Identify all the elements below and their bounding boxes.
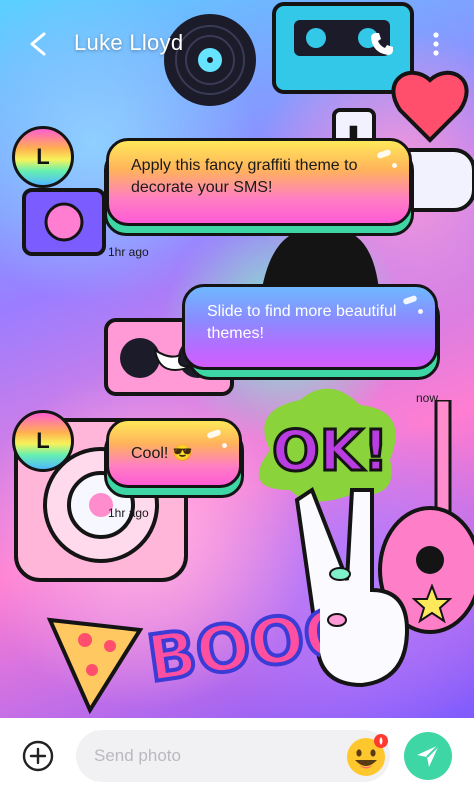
message-time: now [416, 391, 439, 405]
message-input[interactable] [76, 730, 336, 782]
star-art [412, 584, 452, 624]
add-circle-icon[interactable] [22, 740, 54, 772]
emoji-icon[interactable] [344, 732, 390, 778]
bubble-shine [206, 428, 222, 440]
contact-avatar[interactable]: L [12, 410, 74, 472]
svg-text:BOOO: BOOO [143, 594, 320, 697]
message-text: Slide to find more beautiful themes! [207, 303, 397, 342]
pizza-art [46, 617, 144, 715]
message-bubble-incoming[interactable]: Apply this fancy graffiti theme to decor… [96, 138, 416, 240]
bubble-shine [376, 148, 392, 160]
bubble-shine [402, 294, 418, 306]
back-arrow-icon[interactable] [26, 30, 50, 58]
contact-name[interactable]: Luke Lloyd [74, 30, 183, 56]
message-text: Apply this fancy graffiti theme to decor… [131, 157, 358, 196]
avatar-letter: L [36, 428, 50, 453]
chat-header: Luke Lloyd [0, 0, 474, 88]
message-time: 1hr ago [108, 506, 149, 520]
bubble-shine-dot [222, 443, 227, 448]
bubble-shine-dot [392, 163, 397, 168]
phone-icon[interactable] [368, 30, 396, 58]
message-bubble-incoming[interactable]: Cool! 😎 [96, 418, 246, 500]
contact-avatar[interactable]: L [12, 126, 74, 188]
message-text-box: Apply this fancy graffiti theme to decor… [106, 138, 412, 226]
message-bubble-outgoing[interactable]: Slide to find more beautiful themes! [180, 284, 464, 386]
more-vertical-icon[interactable] [428, 30, 444, 58]
avatar-letter: L [36, 144, 50, 169]
message-input-box [76, 730, 390, 782]
send-icon [417, 744, 440, 767]
message-text-box: Slide to find more beautiful themes! [182, 284, 438, 370]
send-button[interactable] [404, 732, 452, 780]
composer-bar [0, 718, 474, 796]
message-text: Cool! 😎 [131, 445, 193, 462]
message-text-box: Cool! 😎 [106, 418, 242, 488]
bubble-shine-dot [418, 309, 423, 314]
message-time: 1hr ago [108, 245, 149, 259]
booo-graffiti-art: BOOO [141, 592, 320, 699]
